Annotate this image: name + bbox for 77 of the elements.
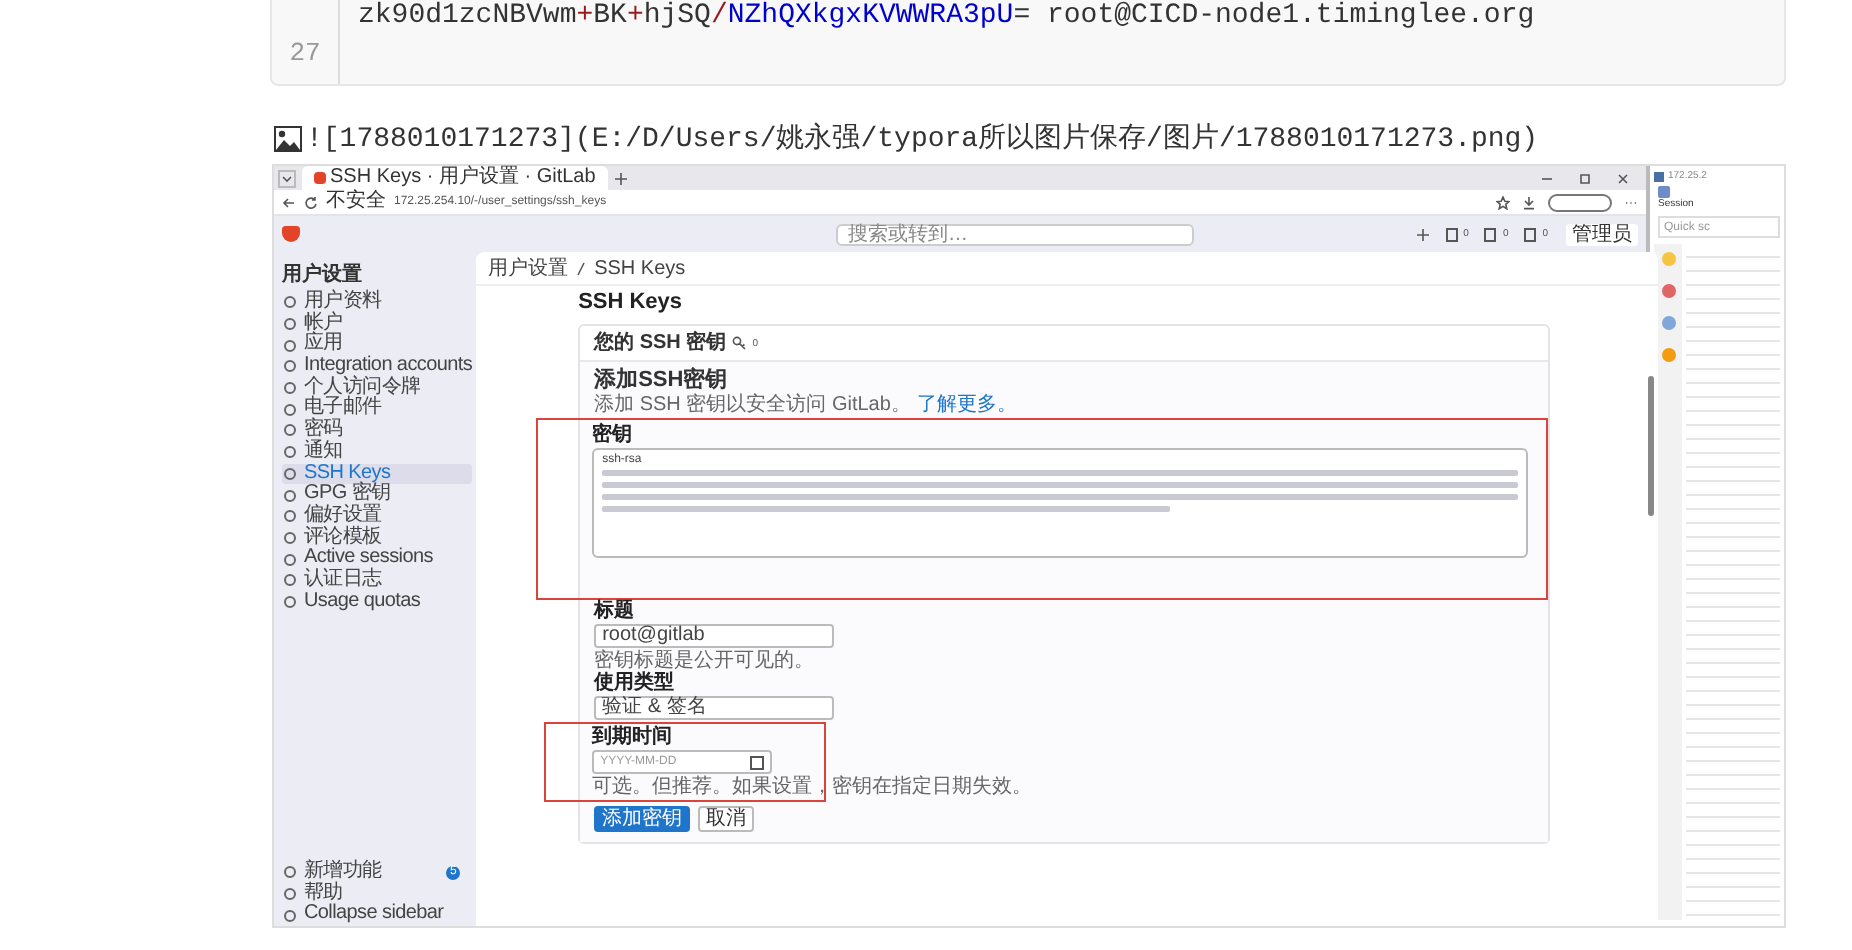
circle-icon (284, 467, 296, 480)
form-title: 添加SSH密钥 (594, 368, 728, 393)
card-title: 您的 SSH 密钥 (594, 332, 727, 354)
sidebar-item[interactable]: Integration accounts (282, 356, 473, 378)
reload-icon[interactable] (304, 195, 318, 209)
app-icon (1654, 171, 1664, 181)
key-icon (732, 336, 747, 350)
circle-icon (284, 531, 296, 544)
scrollbar[interactable] (1648, 376, 1655, 516)
circle-icon (284, 296, 296, 309)
sidebar-item[interactable]: 帮助 (282, 883, 473, 905)
line-number: 27 (289, 36, 321, 72)
image-markdown-text: ![1788010171273](E:/D/Users/姚永强/typora所以图片保存/图片/1788010171273.png) (306, 120, 1539, 156)
page-title: SSH Keys (578, 288, 685, 316)
sidebar-item[interactable]: 偏好设置 (282, 505, 473, 528)
sidebar-title: 用户设置 (282, 264, 364, 288)
breadcrumb-link[interactable]: 用户设置 (488, 257, 569, 279)
plus-icon[interactable] (1415, 227, 1430, 241)
circle-icon (284, 595, 296, 608)
close-icon[interactable] (1616, 171, 1630, 185)
circle-icon (284, 382, 296, 395)
image-icon (274, 125, 302, 151)
field-label: 标题 (594, 600, 635, 622)
title-input-field[interactable]: root@gitlab (594, 624, 835, 648)
circle-icon (284, 553, 296, 566)
circle-icon (284, 318, 296, 331)
admin-button[interactable]: 管理员 (1566, 223, 1638, 245)
field-label: 使用类型 (594, 672, 675, 694)
square-icon[interactable] (1524, 227, 1537, 241)
add-key-button[interactable]: 添加密钥 (594, 806, 691, 832)
circle-icon (284, 424, 296, 437)
download-icon[interactable] (1522, 195, 1536, 209)
usage-type-select[interactable]: 验证 & 签名 (594, 696, 835, 720)
circle-icon (284, 887, 296, 900)
cancel-button[interactable]: 取消 (698, 806, 755, 832)
circle-icon (284, 489, 296, 502)
square-icon[interactable] (1484, 227, 1497, 241)
circle-icon (284, 360, 296, 373)
circle-icon (284, 909, 296, 922)
learn-more-link[interactable]: 了解更多。 (916, 394, 1017, 416)
circle-icon (284, 446, 296, 459)
chevron-icon[interactable] (278, 169, 296, 187)
warning-text: 不安全 (326, 190, 386, 214)
field-label: 到期时间 (592, 726, 673, 748)
breadcrumb-link[interactable]: SSH Keys (594, 257, 686, 279)
field-hint: 可选。但推荐。如果设置，密钥在指定日期失效。 (592, 776, 1033, 798)
profile-button[interactable] (1548, 193, 1612, 211)
search-field[interactable]: 搜索或转到… (836, 223, 1194, 245)
field-label: 密钥 (592, 424, 633, 446)
browser-tab[interactable]: SSH Keys · 用户设置 · GitLab (302, 166, 608, 190)
sidebar-item[interactable]: Collapse sidebar (282, 904, 473, 926)
sidebar-item[interactable]: 通知 (282, 441, 473, 463)
back-icon[interactable] (282, 195, 296, 209)
tool-icon[interactable] (1661, 316, 1675, 330)
square-icon[interactable] (1445, 227, 1458, 241)
circle-icon (284, 574, 296, 587)
field-hint: 密钥标题是公开可见的。 (594, 650, 815, 672)
tool-icon[interactable] (1661, 284, 1675, 298)
sidebar-item[interactable]: 密码 (282, 420, 473, 442)
slash-icon (574, 261, 589, 275)
sidebar-item[interactable]: 评论模板 (282, 527, 473, 549)
calendar-icon (750, 755, 765, 769)
intro-text: 添加 SSH 密钥以安全访问 GitLab。 (594, 394, 911, 416)
sidebar-item[interactable]: 应用 (282, 334, 473, 357)
star-icon[interactable] (1496, 195, 1510, 209)
sidebar-item[interactable]: Active sessions (282, 548, 473, 570)
new-tab-icon[interactable] (613, 171, 628, 185)
circle-icon (284, 866, 296, 879)
circle-icon (284, 510, 296, 523)
circle-icon (284, 339, 296, 352)
sidebar-item[interactable]: GPG 密钥 (282, 484, 473, 506)
sidebar-item[interactable]: 用户资料 (282, 292, 473, 314)
sidebar-item[interactable]: Usage quotas (282, 591, 473, 613)
code-line: zk90d1zcNBVwm+BK+hjSQ/NZhQXkgxKVWWRA3pU= root@CICD-node1.timinglee.org (358, 0, 1535, 34)
sidebar-item[interactable]: 认证日志 (282, 569, 473, 592)
circle-icon (284, 403, 296, 416)
restore-icon[interactable] (1578, 171, 1592, 185)
